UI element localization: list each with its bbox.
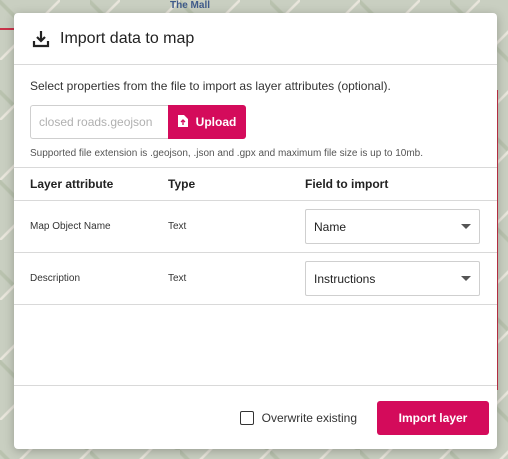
table-row: Map Object Name Text Name (14, 201, 497, 253)
import-layer-button[interactable]: Import layer (377, 400, 489, 435)
file-icon (177, 114, 188, 130)
upload-row: Upload (30, 105, 481, 139)
column-header-type: Type (168, 177, 196, 191)
upload-button[interactable]: Upload (168, 105, 246, 139)
table-header: Layer attribute Type Field to import (14, 168, 497, 201)
overwrite-option[interactable]: Overwrite existing (239, 410, 357, 425)
field-select-value: Instructions (314, 271, 376, 286)
import-modal: Import data to map Select properties fro… (14, 13, 497, 449)
chevron-down-icon (461, 224, 471, 229)
map-road (0, 28, 14, 30)
row-attribute: Map Object Name (30, 221, 111, 232)
row-type: Text (168, 221, 187, 232)
attribute-table: Layer attribute Type Field to import Map… (14, 167, 497, 305)
overwrite-label: Overwrite existing (261, 410, 357, 425)
table-row: Description Text Instructions (14, 253, 497, 305)
field-select[interactable]: Name (305, 209, 480, 244)
file-hint: Supported file extension is .geojson, .j… (30, 148, 423, 159)
overwrite-checkbox[interactable] (239, 410, 254, 425)
field-select-value: Name (314, 219, 347, 234)
modal-footer: Overwrite existing Import layer (14, 385, 497, 449)
row-type: Text (168, 273, 187, 284)
file-name-input[interactable] (30, 105, 168, 139)
map-street-label: The Mall (170, 0, 211, 11)
modal-title: Import data to map (60, 29, 195, 47)
column-header-field-to-import: Field to import (305, 177, 389, 191)
modal-header: Import data to map (14, 13, 497, 65)
row-attribute: Description (30, 273, 81, 284)
download-icon (32, 30, 50, 48)
field-select[interactable]: Instructions (305, 261, 480, 296)
modal-body: Select properties from the file to impor… (14, 65, 497, 159)
upload-button-label: Upload (195, 115, 237, 129)
column-header-layer-attribute: Layer attribute (30, 177, 114, 191)
intro-text: Select properties from the file to impor… (30, 79, 391, 93)
chevron-down-icon (461, 276, 471, 281)
